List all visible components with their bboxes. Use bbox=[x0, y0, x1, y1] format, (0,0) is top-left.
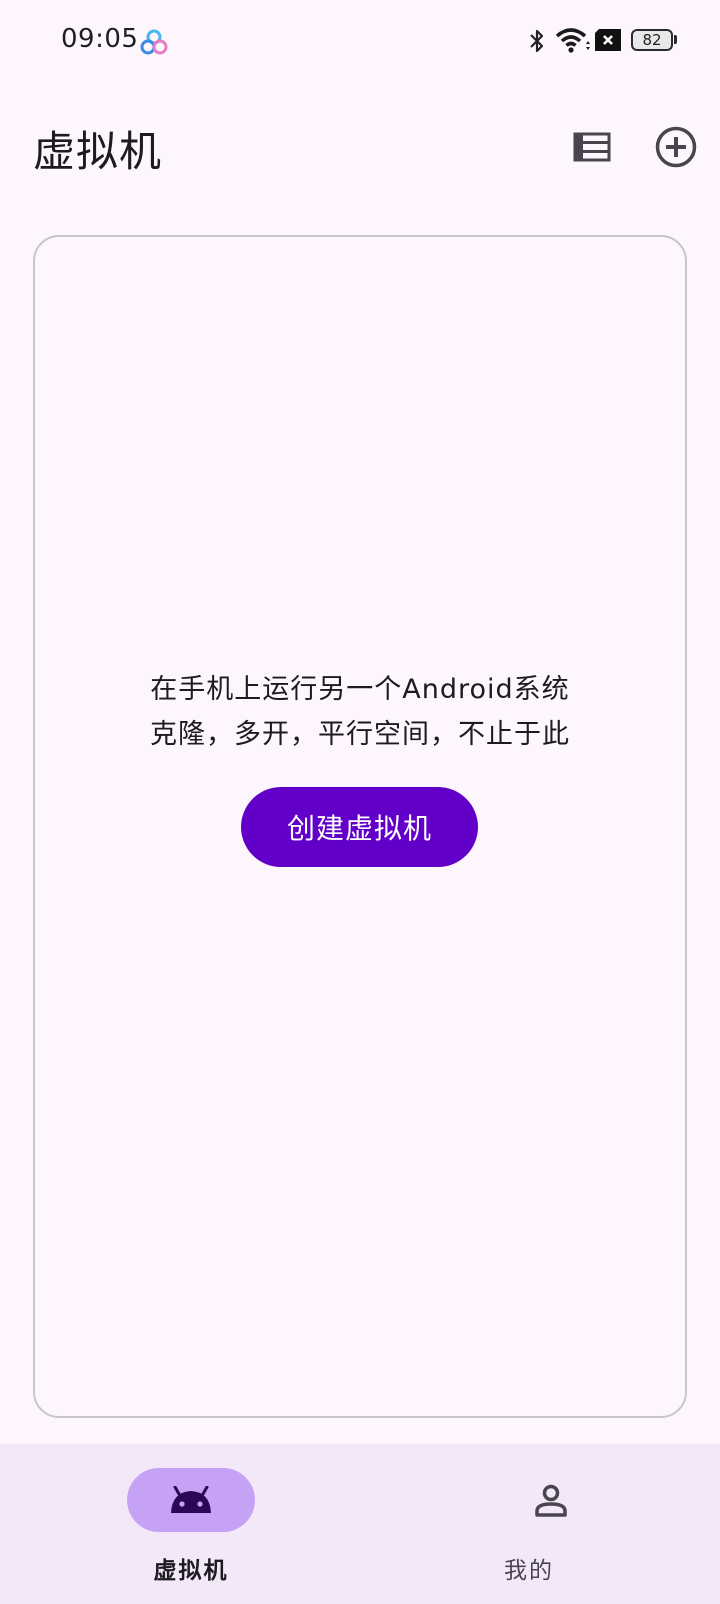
list-view-button[interactable] bbox=[564, 119, 620, 175]
app-notification-icon bbox=[140, 29, 168, 55]
person-icon bbox=[535, 1484, 567, 1517]
nav-label-vm: 虚拟机 bbox=[153, 1558, 229, 1584]
status-bar: 09:05 82 bbox=[0, 0, 720, 84]
empty-state-line1: 在手机上运行另一个Android系统 bbox=[150, 674, 570, 705]
nav-item-vm[interactable]: 虚拟机 bbox=[0, 1444, 360, 1604]
bottom-nav: 虚拟机 我的 bbox=[0, 1444, 720, 1604]
bluetooth-icon bbox=[530, 29, 544, 53]
list-view-icon bbox=[573, 132, 611, 162]
nav-indicator bbox=[127, 1468, 255, 1532]
status-time: 09:05 bbox=[61, 24, 139, 54]
battery-cap bbox=[674, 35, 677, 44]
no-sim-icon bbox=[595, 29, 621, 51]
add-circle-icon bbox=[655, 126, 697, 168]
nav-icon-wrapper bbox=[487, 1468, 615, 1532]
nav-label-me: 我的 bbox=[504, 1558, 554, 1584]
empty-state-line2: 克隆，多开，平行空间，不止于此 bbox=[150, 719, 570, 750]
android-icon bbox=[171, 1486, 211, 1513]
create-vm-button[interactable]: 创建虚拟机 bbox=[241, 787, 478, 867]
nav-item-me[interactable]: 我的 bbox=[360, 1444, 720, 1604]
wifi-icon bbox=[555, 28, 590, 53]
add-vm-button[interactable] bbox=[648, 119, 704, 175]
page-title: 虚拟机 bbox=[33, 127, 163, 176]
battery-level: 82 bbox=[642, 31, 662, 49]
